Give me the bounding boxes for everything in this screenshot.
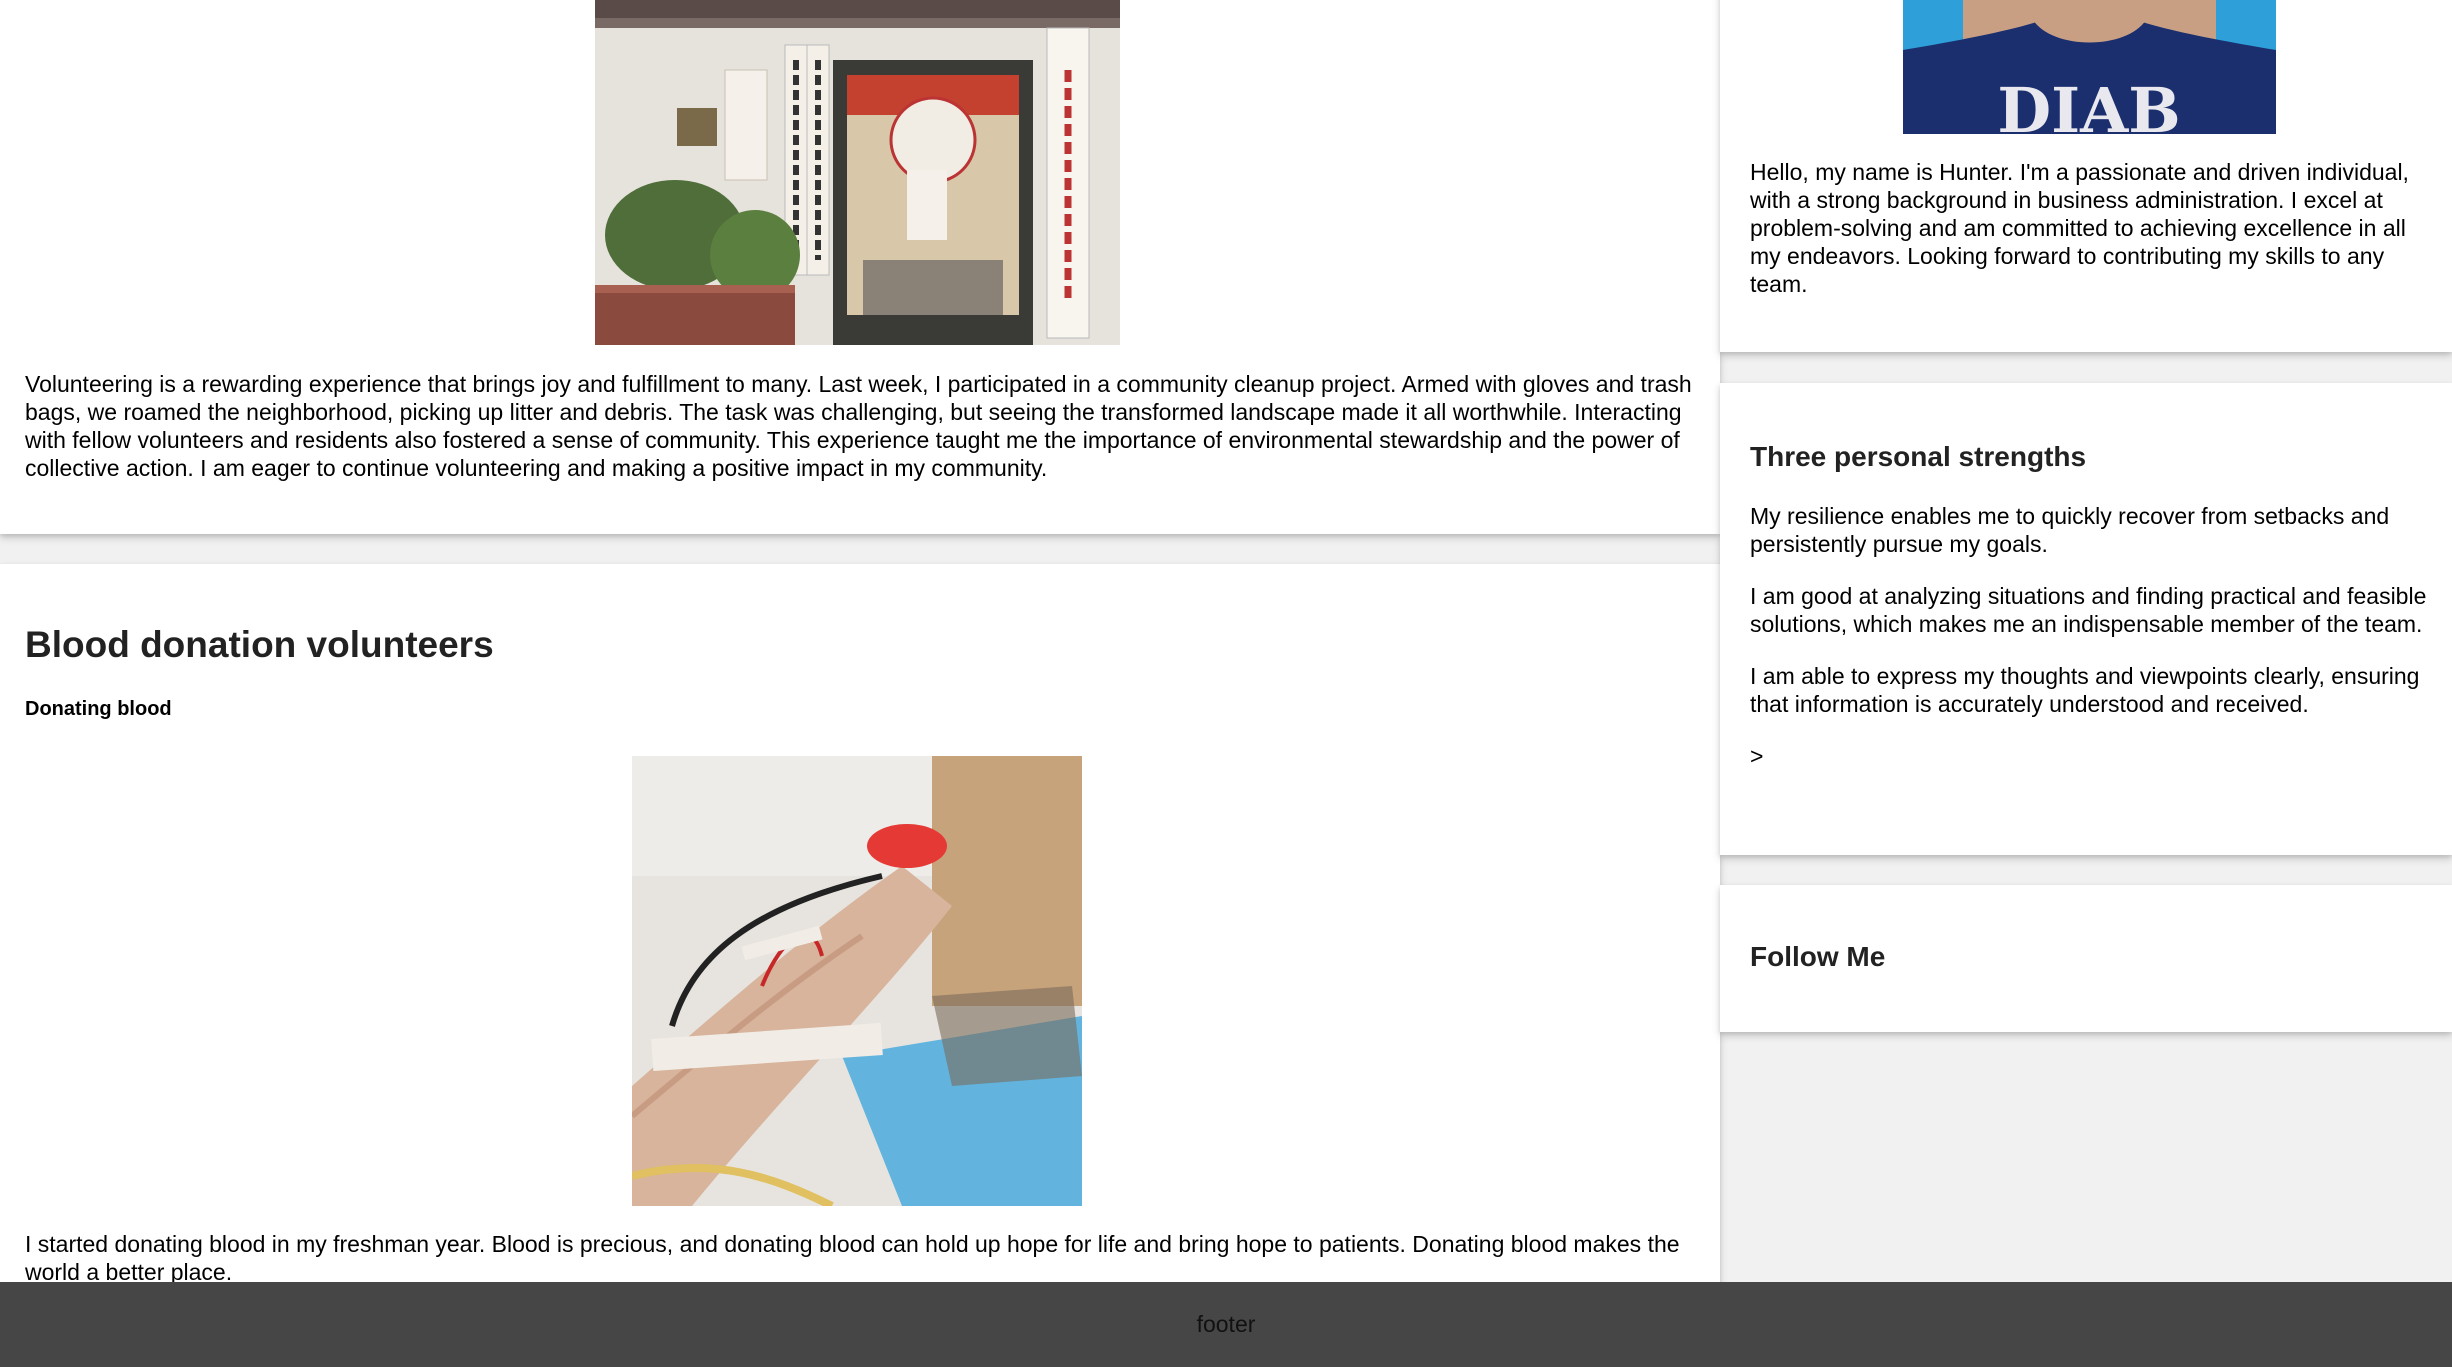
strength-item: My resilience enables me to quickly reco… [1750,503,2390,557]
blood-donation-text: I started donating blood in my freshman … [25,1231,1680,1285]
footer-text: footer [1196,1311,1256,1337]
follow-me-title: Follow Me [1750,941,1886,972]
community-post-text: Volunteering is a rewarding experience t… [25,371,1692,481]
section-subtitle: Donating blood [25,698,172,720]
strengths-card: Three personal strengths My resilience e… [1720,383,2452,855]
shirt-text: DIAB [1997,74,2180,134]
about-me-card: DIAB Hello, my name is Hunter. I'm a pas… [1720,0,2452,352]
strength-item: I am good at analyzing situations and fi… [1750,583,2427,637]
strength-item: I am able to express my thoughts and vie… [1750,663,2420,717]
section-title: Blood donation volunteers [25,624,494,665]
stray-text: > [1750,743,1764,769]
blood-donation-card: Blood donation volunteers Donating blood… [0,564,1720,1324]
avatar: DIAB [1903,0,2276,134]
community-post-card: Volunteering is a rewarding experience t… [0,0,1720,534]
strengths-title: Three personal strengths [1750,441,2087,472]
about-me-text: Hello, my name is Hunter. I'm a passiona… [1750,159,2409,297]
blood-donation-photo [632,756,1082,1206]
footer: footer [0,1282,2452,1367]
follow-me-card: Follow Me [1720,885,2452,1032]
strengths-list: My resilience enables me to quickly reco… [1750,502,2430,794]
community-photo [595,0,1120,345]
